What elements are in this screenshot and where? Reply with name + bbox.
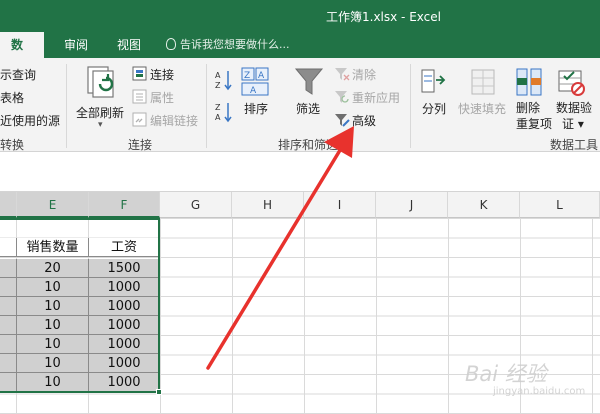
watermark-brand: Bai 经验: [465, 362, 547, 386]
watermark-url: jingyan.baidu.com: [493, 386, 586, 397]
baidu-watermark: Bai 经验 jingyan.baidu.com: [465, 358, 585, 397]
annotation-arrow: [206, 126, 354, 370]
